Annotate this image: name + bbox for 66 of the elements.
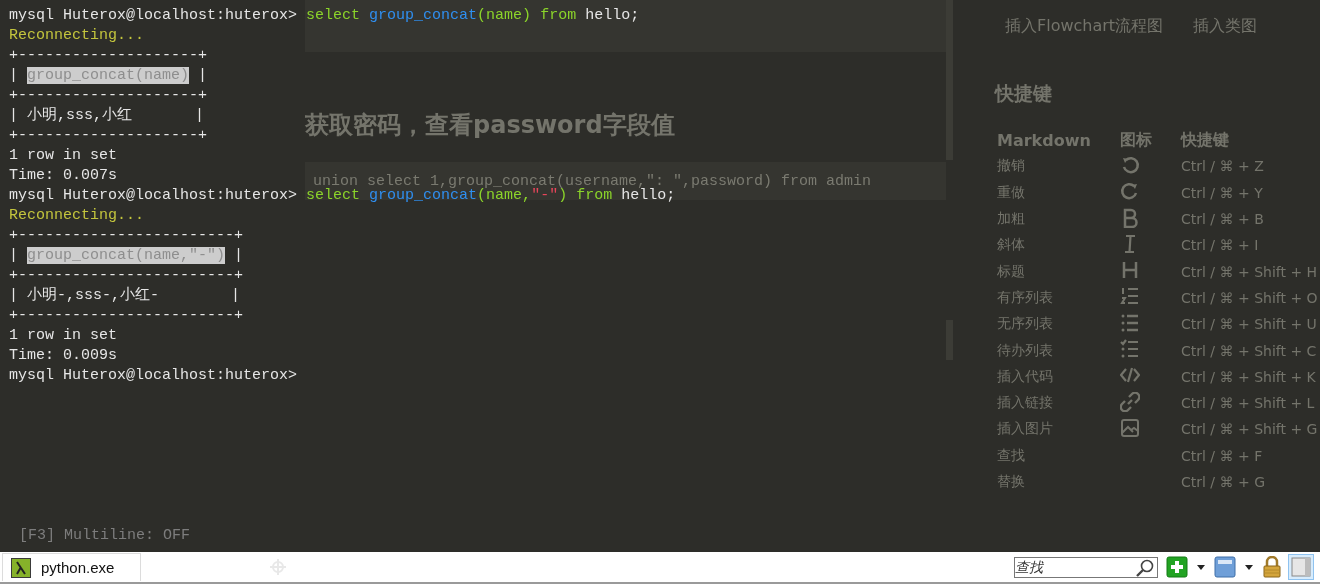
table-cell-text: Ctrl / ⌘ + Z (1181, 157, 1265, 177)
terminal-line: Reconnecting... (9, 26, 145, 46)
numbered-list-icon (1120, 286, 1140, 307)
terminal-line: Time: 0.007s (9, 166, 118, 186)
terminal-line: | 小明-,sss-,小红- | (9, 286, 241, 306)
table-cell: 插入代码 (995, 363, 1120, 390)
window-tab[interactable]: python.exe (2, 553, 142, 581)
table-cell-text: 插入图片 (996, 419, 1054, 439)
heading-icon (1120, 260, 1140, 281)
terminal-line: Time: 0.009s (9, 346, 118, 366)
terminal-line: mysql Huterox@localhost:huterox> select group_concat(name) from hello; (9, 6, 640, 26)
terminal-line: +------------------------+ (9, 226, 244, 246)
search-field[interactable]: 查找 (1014, 556, 1158, 578)
table-cell-text: 重做 (996, 182, 1026, 202)
table-cell-text: Ctrl / ⌘ + Shift + O (1181, 288, 1318, 308)
table-cell-text: 标题 (996, 261, 1026, 281)
plus-icon[interactable] (1166, 556, 1188, 578)
terminal-line: +--------------------+ (9, 46, 208, 66)
table-cell-text: Ctrl / ⌘ + F (1181, 446, 1264, 466)
table-cell-text: 斜体 (996, 235, 1026, 255)
table-cell-text: 无序列表 (996, 314, 1054, 334)
checklist-icon (1120, 339, 1140, 359)
section-heading: 快捷键 (995, 81, 1053, 106)
table-cell-text: Ctrl / ⌘ + G (1181, 473, 1266, 492)
link-icon (1120, 391, 1140, 412)
terminal-line: mysql Huterox@localhost:huterox> (9, 366, 298, 386)
table-cell-text: Ctrl / ⌘ + Shift + C (1181, 341, 1318, 361)
table-cell-text: Ctrl / ⌘ + Shift + U (1181, 315, 1318, 335)
undo-icon (1120, 154, 1140, 175)
terminal-line: 1 row in set (9, 146, 118, 166)
table-cell-text: Ctrl / ⌘ + Shift + G (1181, 420, 1318, 440)
table-cell: 待办列表 (995, 337, 1120, 364)
table-cell: 有序列表 (995, 284, 1120, 312)
table-cell-text: Ctrl / ⌘ + Y (1181, 183, 1264, 203)
column-header: Markdown (995, 127, 1120, 154)
table-cell-text: 替换 (996, 472, 1026, 491)
terminal-line: mysql Huterox@localhost:huterox> select group_concat(name,"-") from hello; (9, 187, 676, 206)
terminal-line: 1 row in set (9, 326, 118, 346)
table-cell-text: Ctrl / ⌘ + B (1181, 210, 1265, 230)
terminal-line: Reconnecting... (9, 206, 145, 226)
window-icon[interactable] (1214, 556, 1236, 578)
column-header: 图标 (1120, 127, 1181, 154)
menu-link[interactable]: 插入类图 (1193, 16, 1258, 37)
table-cell-text: Ctrl / ⌘ + Shift + H (1181, 262, 1318, 282)
terminal-line: +------------------------+ (9, 266, 244, 286)
table-cell-text: Ctrl / ⌘ + Shift + K (1181, 367, 1317, 387)
terminal-line: +--------------------+ (9, 86, 208, 106)
terminal-line: | 小明,sss,小红 | (9, 106, 205, 126)
search-icon (1135, 558, 1155, 577)
menu-link[interactable]: 插入Flowchart流程图 (1005, 16, 1164, 37)
table-cell-text: 加粗 (996, 209, 1026, 229)
bullet-list-icon (1120, 312, 1140, 333)
table-cell: 插入链接 (995, 389, 1120, 417)
image-icon (1120, 417, 1140, 438)
table-cell-text: Ctrl / ⌘ + Shift + L (1181, 394, 1316, 414)
status-line: [F3] Multiline: OFF (19, 526, 191, 546)
section-heading: 获取密码，查看password字段值 (305, 110, 676, 140)
table-cell-text: 撤销 (996, 156, 1026, 176)
lambda-icon (11, 557, 31, 578)
table-cell-text: 查找 (996, 445, 1026, 465)
terminal-line: +------------------------+ (9, 306, 244, 326)
lock-icon[interactable] (1262, 556, 1282, 578)
column-header: 快捷键 (1181, 128, 1230, 151)
redo-icon (1120, 181, 1140, 202)
table-cell-text: Ctrl / ⌘ + I (1181, 236, 1260, 256)
terminal-line: +--------------------+ (9, 126, 208, 146)
